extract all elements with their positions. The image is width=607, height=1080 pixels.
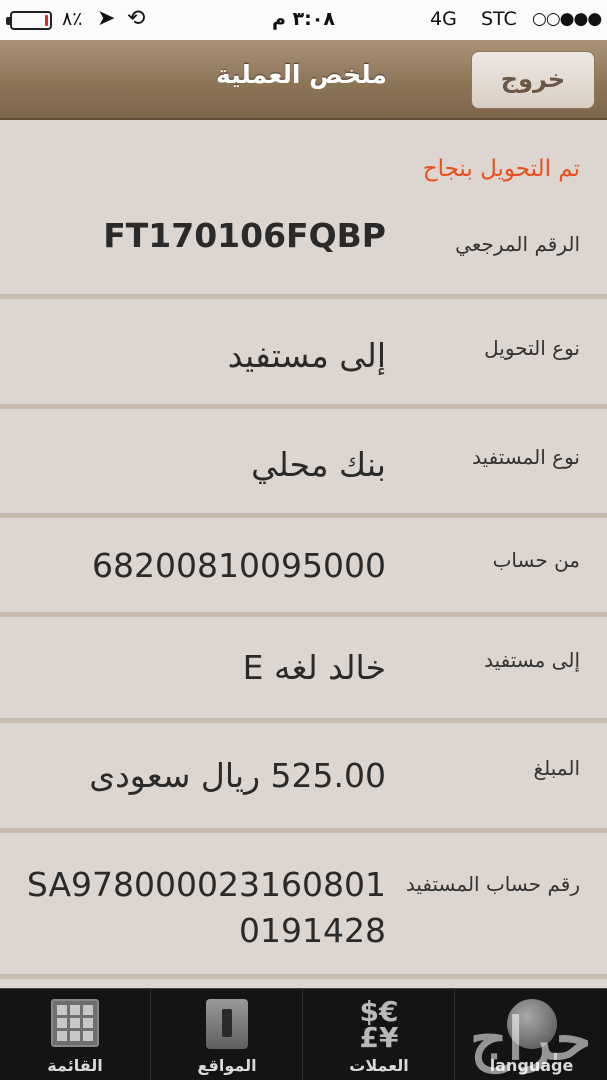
field-value: 525.00 ريال سعودى [89, 756, 386, 795]
tab-label: القائمة [47, 1056, 103, 1075]
signal-icon: ○○●●● [532, 9, 602, 29]
map-icon [206, 999, 248, 1049]
field-value: إلى مستفيد [227, 336, 386, 375]
tab-locations[interactable]: المواقع [152, 989, 303, 1080]
divider [0, 513, 607, 518]
field-label: رقم حساب المستفيد [405, 872, 580, 896]
battery-percent: ٨٪ [62, 8, 83, 30]
divider [0, 294, 607, 299]
network-type: 4G [430, 8, 457, 30]
grid-icon [51, 999, 99, 1047]
field-value: بنك محلي [251, 445, 386, 484]
field-label: الرقم المرجعي [455, 232, 580, 256]
field-label: نوع التحويل [484, 336, 580, 360]
battery-icon [6, 11, 52, 30]
tab-label: العملات [349, 1056, 409, 1075]
field-value: 68200810095000 [92, 546, 386, 585]
field-value: SA978000023160801 0191428 [26, 865, 386, 950]
tab-label: المواقع [197, 1056, 257, 1075]
watermark-logo: حراج [470, 1005, 592, 1073]
location-icon: ➤ [97, 6, 116, 31]
page-title: ملخص العملية [216, 60, 387, 89]
field-value: خالد لغه E [242, 648, 386, 687]
divider [0, 404, 607, 409]
divider [0, 612, 607, 617]
clock: ٣:٠٨ م [272, 8, 335, 30]
carrier-name: STC [481, 8, 517, 30]
field-value: FT170106FQBP [103, 216, 386, 255]
currency-icon: $€ £¥ [359, 995, 399, 1054]
success-message: تم التحويل بنجاح [422, 156, 580, 182]
status-bar: ٨٪ ➤ ⟲ ٣:٠٨ م 4G STC ○○●●● [0, 0, 607, 40]
field-label: نوع المستفيد [472, 445, 580, 469]
divider [0, 828, 607, 833]
tab-currencies[interactable]: $€ £¥ العملات [304, 989, 455, 1080]
exit-button[interactable]: خروج [471, 51, 595, 109]
divider [0, 974, 607, 979]
divider [0, 718, 607, 723]
field-label: إلى مستفيد [484, 648, 580, 672]
tab-menu[interactable]: القائمة [0, 989, 151, 1080]
field-label: من حساب [492, 548, 580, 572]
battery-level [45, 15, 48, 26]
rotation-lock-icon: ⟲ [127, 6, 146, 31]
navigation-bar: ملخص العملية خروج [0, 40, 607, 120]
field-label: المبلغ [533, 756, 580, 780]
transaction-summary: تم التحويل بنجاح الرقم المرجعي FT170106F… [0, 122, 607, 988]
